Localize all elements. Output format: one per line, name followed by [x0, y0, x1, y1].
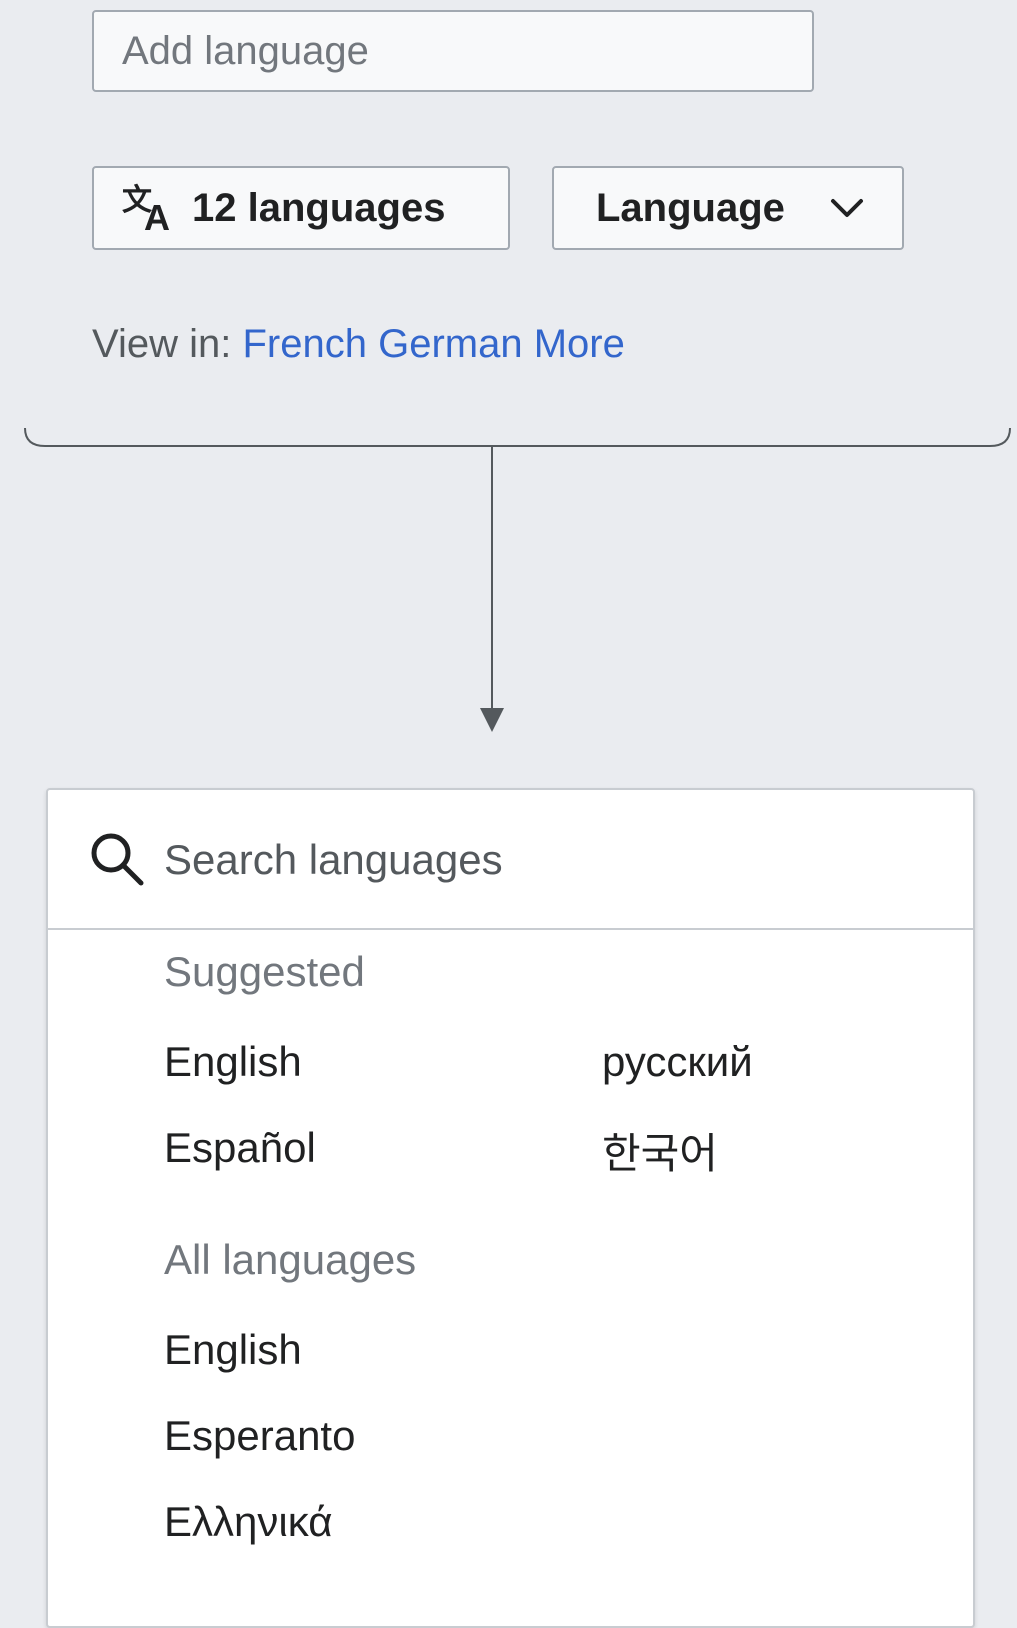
suggested-heading: Suggested [164, 948, 365, 995]
add-language-field[interactable] [92, 10, 814, 92]
view-in-link-german[interactable]: German [378, 322, 523, 366]
languages-button[interactable]: 文 A 12 languages [92, 166, 510, 250]
svg-text:A: A [144, 197, 170, 234]
all-languages-heading: All languages [164, 1236, 417, 1283]
all-item-greek[interactable]: Ελληνικά [164, 1498, 332, 1546]
all-item-english[interactable]: English [164, 1326, 302, 1374]
language-select[interactable]: Language [552, 166, 904, 250]
suggested-item-espanol[interactable]: Español [164, 1124, 316, 1172]
language-selector-panel: Suggested English Español русский 한국어 Al… [46, 788, 975, 1628]
suggested-item-russian[interactable]: русский [602, 1038, 753, 1086]
suggested-item-korean[interactable]: 한국어 [602, 1120, 718, 1181]
arrow-head-icon [480, 708, 504, 732]
suggested-item-english[interactable]: English [164, 1038, 302, 1086]
bracket-line [24, 427, 1011, 447]
view-in-link-french[interactable]: French [242, 322, 367, 366]
languages-button-label: 12 languages [192, 185, 446, 230]
search-icon [91, 833, 144, 886]
view-in-label: View in: [92, 322, 232, 366]
view-in-link-more[interactable]: More [534, 322, 625, 366]
search-row [48, 790, 973, 930]
all-item-esperanto[interactable]: Esperanto [164, 1412, 355, 1460]
chevron-down-icon [830, 199, 863, 217]
add-language-input[interactable] [94, 12, 812, 90]
flow-connector [24, 427, 1011, 732]
translate-icon: 文 A [122, 183, 170, 234]
language-select-label: Language [596, 185, 785, 230]
view-in-row: View in: French German More [92, 322, 625, 367]
search-languages-input[interactable] [164, 820, 924, 900]
